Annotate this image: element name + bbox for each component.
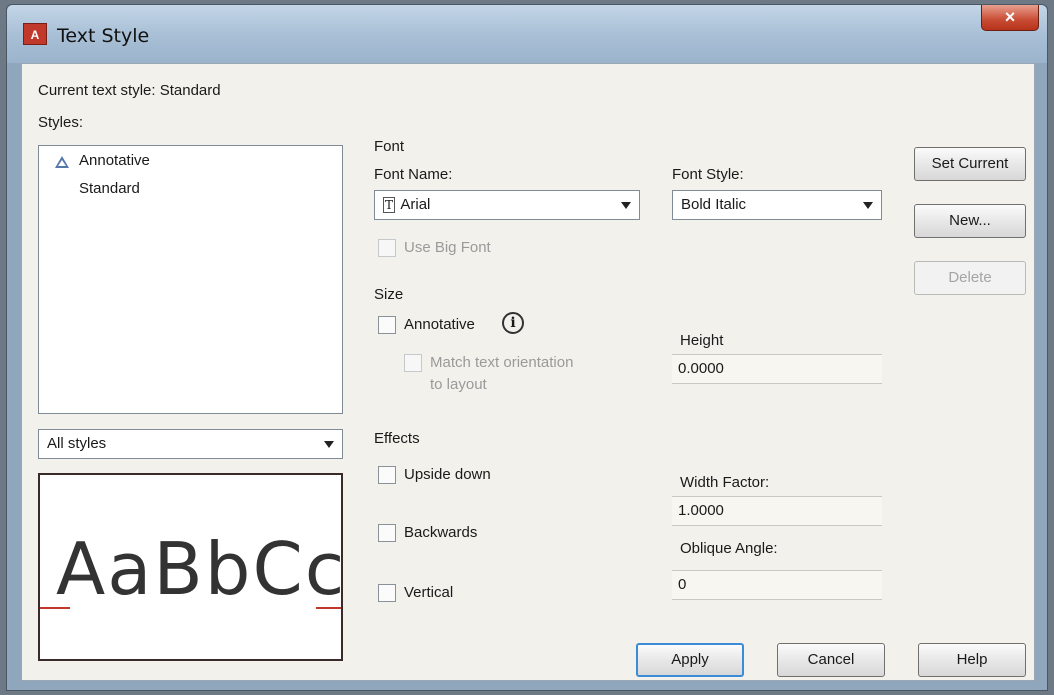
- chevron-down-icon: [863, 202, 873, 209]
- size-group-label: Size: [374, 286, 404, 303]
- styles-filter-value: All styles: [47, 435, 107, 452]
- truetype-font-icon: T: [383, 197, 396, 213]
- font-style-value: Bold Italic: [681, 196, 747, 213]
- current-style-label: Current text style: Standard: [38, 82, 221, 99]
- effects-group-label: Effects: [374, 430, 420, 447]
- delete-button[interactable]: Delete: [914, 261, 1026, 295]
- oblique-angle-input[interactable]: 0: [672, 570, 882, 600]
- autocad-app-icon: A: [23, 23, 47, 45]
- width-factor-input[interactable]: 1.0000: [672, 496, 882, 526]
- text-style-dialog: A Text Style × Current text style: Stand…: [6, 4, 1048, 691]
- styles-filter-dropdown[interactable]: All styles: [38, 429, 343, 459]
- backwards-checkbox[interactable]: [378, 524, 396, 542]
- use-big-font-checkbox[interactable]: [378, 239, 396, 257]
- font-style-dropdown[interactable]: Bold Italic: [672, 190, 882, 220]
- width-factor-label: Width Factor:: [680, 474, 770, 491]
- vertical-checkbox[interactable]: [378, 584, 396, 602]
- title-bar[interactable]: A Text Style ×: [7, 5, 1047, 63]
- font-name-value: Arial: [400, 196, 431, 213]
- info-icon[interactable]: i: [502, 312, 524, 334]
- dialog-body: Current text style: Standard Styles: Ann…: [21, 63, 1035, 681]
- style-preview: AaBbCc: [38, 473, 343, 661]
- preview-text: AaBbCc: [56, 527, 343, 611]
- styles-list[interactable]: Annotative Standard: [38, 145, 343, 414]
- upside-down-label: Upside down: [404, 466, 491, 483]
- font-name-label: Font Name:: [374, 166, 453, 183]
- list-item-standard[interactable]: Standard: [79, 180, 140, 197]
- styles-label: Styles:: [38, 114, 84, 131]
- apply-button[interactable]: Apply: [636, 643, 744, 677]
- list-item-label: Annotative: [79, 152, 150, 169]
- new-button[interactable]: New...: [914, 204, 1026, 238]
- chevron-down-icon: [324, 441, 334, 448]
- font-style-label: Font Style:: [672, 166, 744, 183]
- annotative-checkbox[interactable]: [378, 316, 396, 334]
- height-input[interactable]: 0.0000: [672, 354, 882, 384]
- upside-down-checkbox[interactable]: [378, 466, 396, 484]
- backwards-label: Backwards: [404, 524, 478, 541]
- match-orientation-label-line1: Match text orientation: [430, 354, 574, 371]
- chevron-down-icon: [621, 202, 631, 209]
- font-group-label: Font: [374, 138, 405, 155]
- close-button[interactable]: ×: [981, 5, 1039, 31]
- height-label: Height: [680, 332, 724, 349]
- match-orientation-label-line2: to layout: [430, 376, 487, 393]
- vertical-label: Vertical: [404, 584, 454, 601]
- window-title: Text Style: [57, 25, 150, 47]
- match-orientation-checkbox[interactable]: [404, 354, 422, 372]
- cancel-button[interactable]: Cancel: [777, 643, 885, 677]
- annotative-label: Annotative: [404, 316, 475, 333]
- oblique-angle-label: Oblique Angle:: [680, 540, 778, 557]
- font-name-dropdown[interactable]: T Arial: [374, 190, 640, 220]
- set-current-button[interactable]: Set Current: [914, 147, 1026, 181]
- use-big-font-label: Use Big Font: [404, 239, 491, 256]
- annotative-triangle-icon: [55, 156, 69, 168]
- help-button[interactable]: Help: [918, 643, 1026, 677]
